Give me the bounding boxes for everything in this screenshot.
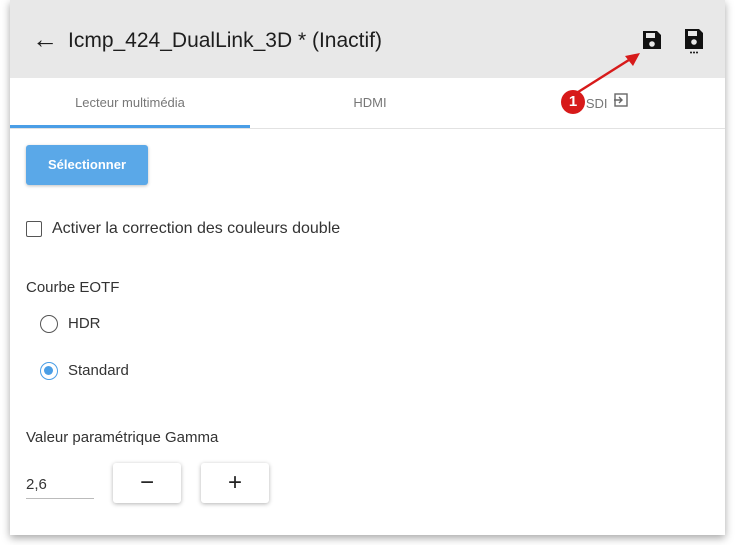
page-title: Icmp_424_DualLink_3D * (Inactif)	[68, 29, 382, 52]
gamma-decrement-button[interactable]: −	[113, 463, 181, 503]
save-icon[interactable]	[640, 28, 664, 52]
gamma-increment-button[interactable]: +	[201, 463, 269, 503]
save-as-icon[interactable]	[682, 28, 706, 54]
tabs-divider	[10, 128, 725, 129]
gamma-input-underline	[26, 498, 94, 499]
gamma-label: Valeur paramétrique Gamma	[26, 429, 219, 446]
select-button[interactable]: Sélectionner	[26, 145, 148, 185]
radio-hdr-label: HDR	[68, 315, 101, 332]
tab-hdmi[interactable]: HDMI	[250, 78, 490, 128]
dual-color-correction-checkbox[interactable]	[26, 221, 42, 237]
dual-color-correction-label: Activer la correction des couleurs doubl…	[52, 220, 341, 237]
callout-arrow-icon	[574, 53, 640, 96]
back-arrow-icon[interactable]: ←	[32, 24, 58, 54]
eotf-label: Courbe EOTF	[26, 279, 120, 296]
annotation-badge: 1	[561, 90, 585, 114]
radio-standard[interactable]	[40, 362, 58, 380]
settings-panel: ← Icmp_424_DualLink_3D * (Inactif) Lecte…	[10, 0, 725, 535]
gamma-value-input[interactable]: 2,6	[26, 474, 94, 498]
radio-hdr[interactable]	[40, 315, 58, 333]
radio-standard-label: Standard	[68, 362, 129, 379]
tab-media-player[interactable]: Lecteur multimédia	[10, 78, 250, 128]
